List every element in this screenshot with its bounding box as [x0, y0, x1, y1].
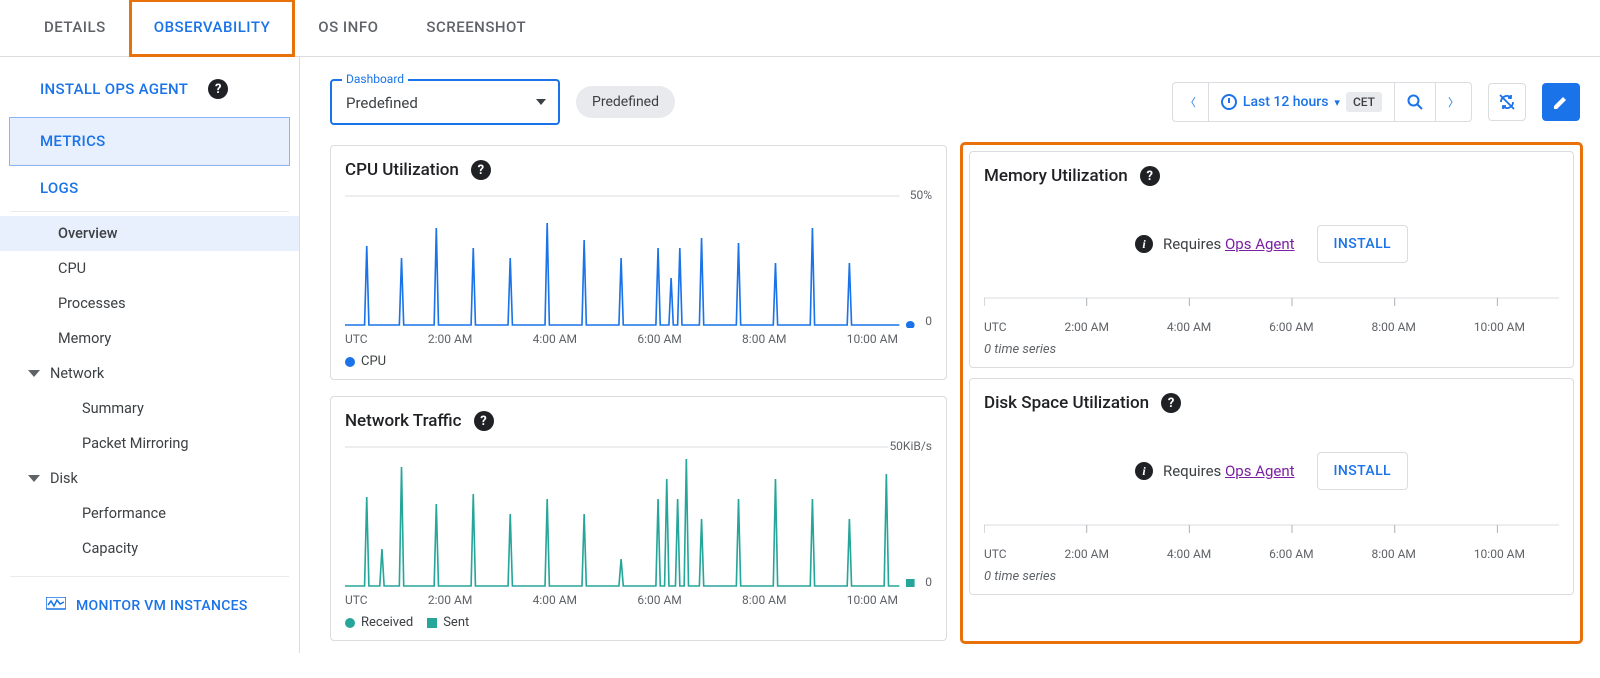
- chevron-down-icon: ▾: [1334, 96, 1340, 109]
- panel-title: Memory Utilization: [984, 166, 1128, 186]
- nav-processes[interactable]: Processes: [0, 286, 299, 321]
- nav-network[interactable]: Network: [0, 356, 299, 391]
- cpu-chart: [345, 188, 932, 328]
- x-axis-labels: UTC2:00 AM4:00 AM6:00 AM8:00 AM10:00 AM: [345, 328, 932, 346]
- monitor-link-text: MONITOR VM INSTANCES: [76, 598, 248, 614]
- chevron-down-icon: [28, 475, 40, 482]
- x-axis-labels: UTC2:00 AM4:00 AM6:00 AM8:00 AM10:00 AM: [984, 543, 1559, 561]
- help-icon[interactable]: ?: [1161, 393, 1181, 413]
- tab-screenshot[interactable]: SCREENSHOT: [402, 0, 550, 54]
- nav-cpu[interactable]: CPU: [0, 251, 299, 286]
- nav-disk[interactable]: Disk: [0, 461, 299, 496]
- nav-network-label: Network: [50, 365, 104, 382]
- sidebar-tab-logs[interactable]: LOGS: [10, 165, 289, 211]
- y-axis-min: 0: [925, 314, 932, 328]
- x-axis-labels: UTC2:00 AM4:00 AM6:00 AM8:00 AM10:00 AM: [984, 316, 1559, 334]
- empty-axis: [984, 521, 1559, 539]
- info-icon: i: [1135, 462, 1153, 480]
- dashboard-select-label: Dashboard: [342, 72, 408, 86]
- auto-refresh-off-button[interactable]: [1488, 83, 1526, 121]
- legend: CPU: [345, 346, 932, 369]
- dashboard-chip[interactable]: Predefined: [576, 86, 675, 118]
- timezone-badge: CET: [1346, 92, 1382, 112]
- panel-disk-space-utilization: Disk Space Utilization ? i Requires Ops …: [969, 378, 1574, 595]
- info-icon: i: [1135, 235, 1153, 253]
- requires-text: Requires Ops Agent: [1163, 462, 1295, 480]
- pencil-icon: [1552, 93, 1570, 111]
- requires-text: Requires Ops Agent: [1163, 235, 1295, 253]
- time-search-button[interactable]: [1395, 83, 1436, 121]
- ops-agent-link[interactable]: Ops Agent: [1225, 235, 1295, 253]
- panel-title: Disk Space Utilization: [984, 393, 1149, 413]
- chevron-down-icon: [28, 370, 40, 377]
- tab-details[interactable]: DETAILS: [20, 0, 130, 54]
- panel-title: Network Traffic: [345, 411, 462, 431]
- panel-cpu-utilization: CPU Utilization ? 50% 0 UTC2:00 AM4:0: [330, 145, 947, 380]
- edit-button[interactable]: [1542, 83, 1580, 121]
- dashboard-select-value: Predefined: [346, 94, 418, 112]
- help-icon[interactable]: ?: [1140, 166, 1160, 186]
- content: Dashboard Predefined Predefined 〈 Last 1…: [300, 57, 1600, 653]
- nav-performance[interactable]: Performance: [0, 496, 299, 531]
- help-icon[interactable]: ?: [471, 160, 491, 180]
- network-chart: [345, 439, 932, 589]
- refresh-off-icon: [1497, 92, 1517, 112]
- highlight-right-column: Memory Utilization ? i Requires Ops Agen…: [963, 145, 1580, 641]
- help-icon[interactable]: ?: [208, 79, 228, 99]
- y-axis-min: 0: [925, 575, 932, 589]
- time-prev-button[interactable]: 〈: [1173, 83, 1209, 121]
- time-range-value: Last 12 hours: [1243, 94, 1329, 110]
- legend: Received Sent: [345, 607, 932, 630]
- chevron-down-icon: [536, 99, 546, 105]
- time-range-picker[interactable]: Last 12 hours ▾ CET: [1209, 83, 1395, 121]
- clock-icon: [1221, 94, 1237, 110]
- install-button[interactable]: INSTALL: [1317, 225, 1408, 263]
- tab-observability[interactable]: OBSERVABILITY: [130, 0, 295, 56]
- nav-capacity[interactable]: Capacity: [0, 531, 299, 566]
- dashboard-select[interactable]: Dashboard Predefined: [330, 79, 560, 125]
- install-ops-agent-link[interactable]: INSTALL OPS AGENT: [40, 80, 188, 98]
- time-range-group: 〈 Last 12 hours ▾ CET 〉: [1172, 82, 1472, 122]
- panel-memory-utilization: Memory Utilization ? i Requires Ops Agen…: [969, 151, 1574, 368]
- top-tabs: DETAILS OBSERVABILITY OS INFO SCREENSHOT: [0, 0, 1600, 57]
- nav-packet-mirroring[interactable]: Packet Mirroring: [0, 426, 299, 461]
- nav-disk-label: Disk: [50, 470, 78, 487]
- zero-time-series: 0 time series: [984, 334, 1559, 357]
- zero-time-series: 0 time series: [984, 561, 1559, 584]
- sidebar: INSTALL OPS AGENT ? METRICS LOGS Overvie…: [0, 57, 300, 653]
- help-icon[interactable]: ?: [474, 411, 494, 431]
- chevron-right-icon: 〉: [1448, 94, 1459, 110]
- x-axis-labels: UTC2:00 AM4:00 AM6:00 AM8:00 AM10:00 AM: [345, 589, 932, 607]
- y-axis-max: 50%: [910, 188, 932, 202]
- panel-title: CPU Utilization: [345, 160, 459, 180]
- nav-overview[interactable]: Overview: [0, 216, 299, 251]
- chevron-left-icon: 〈: [1185, 94, 1196, 110]
- nav-summary[interactable]: Summary: [0, 391, 299, 426]
- install-button[interactable]: INSTALL: [1317, 452, 1408, 490]
- panel-network-traffic: Network Traffic ? 50KiB/s 0 UTC2:00 A: [330, 396, 947, 641]
- monitor-vm-instances-link[interactable]: MONITOR VM INSTANCES: [10, 576, 289, 634]
- ops-agent-link[interactable]: Ops Agent: [1225, 462, 1295, 480]
- nav-memory[interactable]: Memory: [0, 321, 299, 356]
- empty-axis: [984, 294, 1559, 312]
- y-axis-max: 50KiB/s: [889, 439, 932, 453]
- time-next-button[interactable]: 〉: [1436, 83, 1471, 121]
- sidebar-tab-metrics[interactable]: METRICS: [10, 118, 289, 165]
- search-icon: [1407, 94, 1423, 110]
- tab-os-info[interactable]: OS INFO: [294, 0, 402, 54]
- monitor-icon: [46, 595, 66, 616]
